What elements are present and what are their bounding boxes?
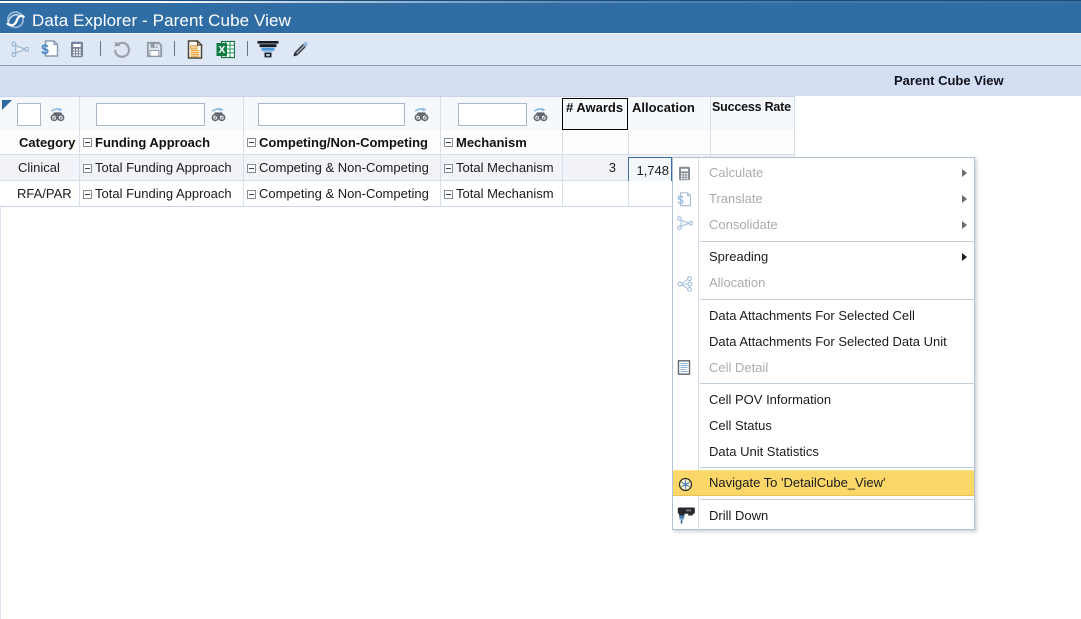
svg-text:$: $ [41,42,49,57]
svg-text:X: X [218,44,225,56]
svg-text:$: $ [677,195,684,207]
